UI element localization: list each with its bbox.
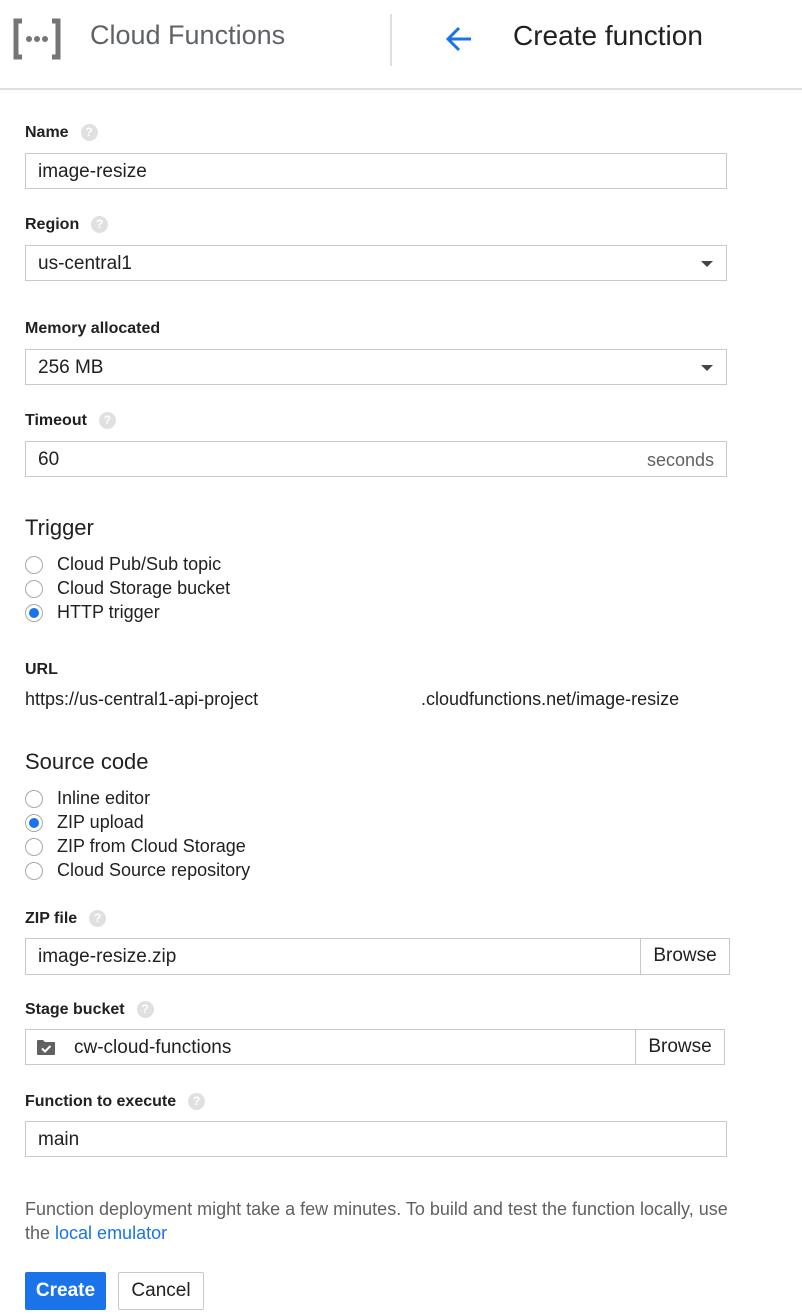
timeout-label-text: Timeout: [25, 412, 87, 429]
function-to-execute-label-text: Function to execute: [25, 1093, 177, 1110]
memory-select-value: 256 MB: [38, 357, 104, 378]
stage-bucket-label-text: Stage bucket: [25, 1001, 125, 1018]
memory-select[interactable]: 256 MB: [25, 349, 727, 385]
arrow-back-icon[interactable]: [444, 24, 474, 54]
radio-label: Cloud Pub/Sub topic: [57, 554, 222, 574]
function-to-execute-value: main: [38, 1129, 80, 1150]
cancel-button[interactable]: Cancel: [118, 1272, 204, 1310]
zip-file-input[interactable]: image-resize.zip Browse: [25, 938, 730, 975]
help-icon[interactable]: ?: [89, 910, 107, 927]
region-select-value: us-central1: [38, 253, 132, 274]
zip-browse-button[interactable]: Browse: [640, 939, 729, 974]
stage-bucket-label: Stage bucket?: [25, 1001, 154, 1019]
url-label: URL: [25, 661, 58, 678]
radio-label: ZIP from Cloud Storage: [57, 836, 246, 856]
help-icon[interactable]: ?: [98, 412, 116, 429]
app-header: Cloud Functions Create function: [0, 0, 802, 90]
radio-button[interactable]: [25, 838, 43, 856]
zip-file-label-text: ZIP file: [25, 910, 78, 927]
radio-button[interactable]: [25, 814, 43, 832]
help-icon[interactable]: ?: [91, 216, 109, 233]
stage-bucket-value: cw-cloud-functions: [74, 1037, 232, 1058]
help-icon[interactable]: ?: [80, 124, 98, 141]
timeout-suffix: seconds: [646, 450, 714, 470]
name-label-text: Name: [25, 124, 69, 141]
source-code-title: Source code: [25, 749, 149, 774]
radio-button[interactable]: [25, 862, 43, 880]
region-select[interactable]: us-central1: [25, 245, 727, 281]
radio-button[interactable]: [25, 580, 43, 598]
radio-button[interactable]: [25, 604, 43, 622]
trigger-title: Trigger: [25, 515, 94, 540]
region-label: Region?: [25, 216, 109, 234]
timeout-input-value: 60: [38, 449, 60, 470]
name-input[interactable]: image-resize: [25, 153, 727, 189]
stage-bucket-input[interactable]: cw-cloud-functions Browse: [25, 1029, 725, 1065]
chevron-down-icon: [701, 261, 713, 267]
folder-check-icon: [37, 1040, 55, 1055]
timeout-input[interactable]: 60 seconds: [25, 441, 727, 477]
name-input-value: image-resize: [38, 161, 147, 182]
memory-label: Memory allocated: [25, 320, 161, 337]
radio-label: HTTP trigger: [57, 602, 160, 622]
url-prefix: https://us-central1-api-project: [25, 689, 259, 709]
radio-label: ZIP upload: [57, 812, 144, 832]
name-label: Name?: [25, 124, 98, 142]
timeout-label: Timeout?: [25, 412, 116, 430]
radio-label: Cloud Storage bucket: [57, 578, 231, 598]
radio-button[interactable]: [25, 790, 43, 808]
function-to-execute-label: Function to execute?: [25, 1093, 206, 1111]
url-suffix: .cloudfunctions.net/image-resize: [421, 689, 680, 709]
radio-label: Cloud Source repository: [57, 860, 251, 880]
header-divider: [390, 14, 392, 66]
local-emulator-link[interactable]: local emulator: [55, 1223, 167, 1243]
function-to-execute-input[interactable]: main: [25, 1121, 727, 1157]
radio-button[interactable]: [25, 556, 43, 574]
create-button[interactable]: Create: [25, 1272, 106, 1310]
radio-label: Inline editor: [57, 788, 151, 808]
product-name: Cloud Functions: [90, 20, 286, 50]
region-label-text: Region: [25, 216, 80, 233]
chevron-down-icon: [701, 365, 713, 371]
zip-file-value: image-resize.zip: [38, 946, 177, 967]
help-icon[interactable]: ?: [136, 1001, 154, 1018]
page-title: Create function: [513, 20, 703, 51]
help-icon[interactable]: ?: [188, 1093, 206, 1110]
stage-bucket-browse-button[interactable]: Browse: [635, 1030, 724, 1064]
deployment-note: Function deployment might take a few min…: [25, 1197, 745, 1245]
zip-file-label: ZIP file?: [25, 910, 107, 928]
cloud-functions-logo: [13, 18, 61, 60]
